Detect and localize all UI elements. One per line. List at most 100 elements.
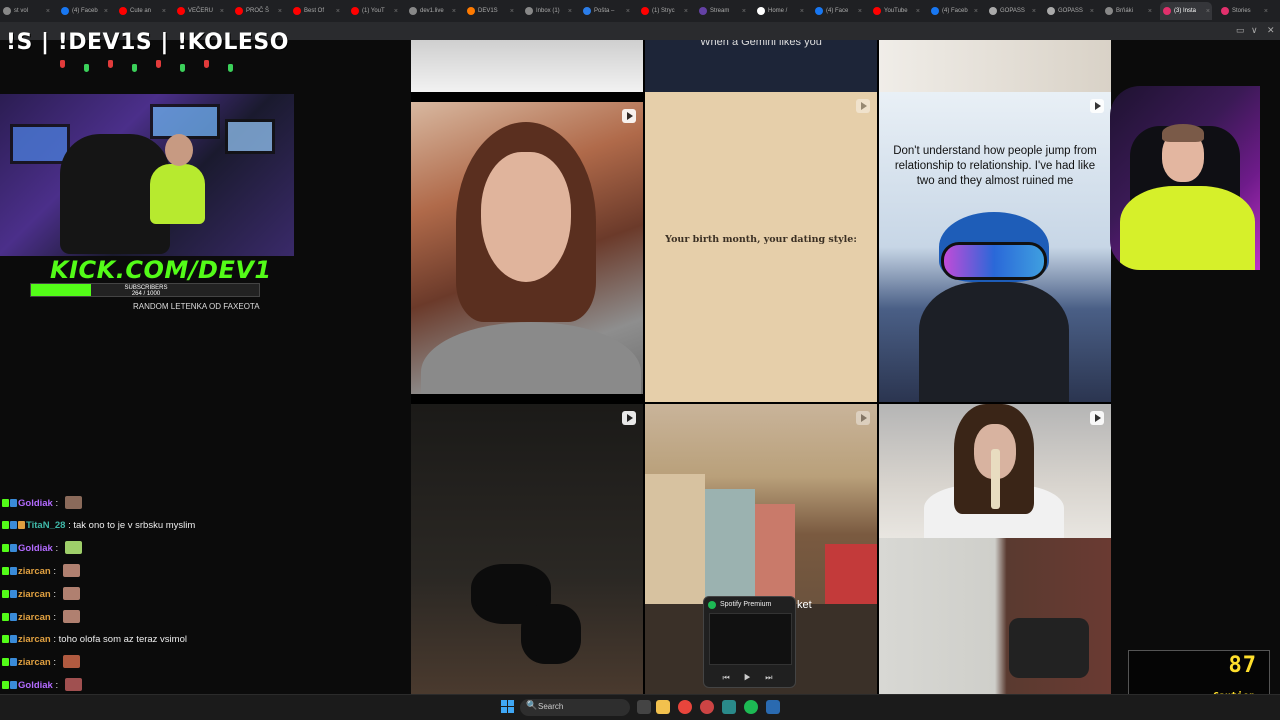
browser-tab[interactable]: Best Of × [290, 2, 342, 20]
tab-close-icon[interactable]: × [568, 8, 574, 15]
browser-tab[interactable]: (3) Insta × [1160, 2, 1212, 20]
chat-message: TitaN_28 : tak ono to je v srbsku myslim [2, 519, 232, 533]
browser-tab[interactable]: (1) YouT × [348, 2, 400, 20]
tab-close-icon[interactable]: × [220, 8, 226, 15]
tab-close-icon[interactable]: × [1148, 8, 1154, 15]
browser-tab[interactable]: Brňáki × [1102, 2, 1154, 20]
chat-username[interactable]: ziarcan [18, 612, 51, 623]
browser-tab[interactable]: Home / × [754, 2, 806, 20]
chat-username[interactable]: Goldiak [18, 498, 53, 509]
tab-favicon-icon [1105, 7, 1113, 15]
chat-username[interactable]: ziarcan [18, 566, 51, 577]
tab-close-icon[interactable]: × [1032, 8, 1038, 15]
tab-close-icon[interactable]: × [684, 8, 690, 15]
streamer [150, 164, 205, 224]
windows-taskbar: 🔍 Search [0, 694, 1280, 720]
chat-username[interactable]: ziarcan [18, 589, 51, 600]
chat-emote-icon [64, 496, 82, 509]
app-icon[interactable] [722, 700, 736, 714]
minimize-icon[interactable]: ▭ [1236, 25, 1245, 36]
post-tile[interactable] [879, 404, 1111, 538]
tab-close-icon[interactable]: × [974, 8, 980, 15]
app-icon[interactable] [700, 700, 714, 714]
tab-close-icon[interactable]: × [916, 8, 922, 15]
browser-tab[interactable]: (4) Faceb × [928, 2, 980, 20]
browser-tab[interactable]: Cute an × [116, 2, 168, 20]
post-tile[interactable]: When a Gemini likes you [645, 40, 877, 92]
tab-favicon-icon [641, 7, 649, 15]
browser-tab[interactable]: dev1.live × [406, 2, 458, 20]
tab-close-icon[interactable]: × [394, 8, 400, 15]
close-icon[interactable]: ✕ [1267, 25, 1275, 36]
chat-badge-icon [2, 590, 9, 598]
post-tile[interactable] [411, 40, 643, 92]
reel-icon [856, 411, 870, 425]
photo-subject [421, 322, 641, 394]
tab-close-icon[interactable]: × [104, 8, 110, 15]
spotify-mini-player[interactable]: Spotify Premium ⏮ ▶ ⏭ [703, 596, 796, 688]
browser-tab[interactable]: (4) Faceb × [58, 2, 110, 20]
taskbar-search[interactable]: 🔍 Search [520, 699, 630, 716]
post-tile[interactable]: Don't understand how people jump from re… [879, 92, 1111, 402]
windows-start-icon[interactable] [501, 700, 515, 714]
post-tile[interactable] [879, 40, 1111, 92]
chrome-icon[interactable] [678, 700, 692, 714]
browser-tab[interactable]: GOPASS × [986, 2, 1038, 20]
browser-tab[interactable]: DEV1S × [464, 2, 516, 20]
post-tile[interactable]: Your birth month, your dating style: [645, 92, 877, 402]
steam-icon[interactable] [766, 700, 780, 714]
tab-close-icon[interactable]: × [278, 8, 284, 15]
browser-tab[interactable]: Pošta – × [580, 2, 632, 20]
tab-close-icon[interactable]: × [1090, 8, 1096, 15]
tab-close-icon[interactable]: × [1264, 8, 1270, 15]
chat-username[interactable]: ziarcan [18, 634, 51, 645]
spotify-icon[interactable] [744, 700, 758, 714]
tab-close-icon[interactable]: × [1206, 8, 1212, 15]
browser-tab[interactable]: PROČ Š × [232, 2, 284, 20]
post-tile[interactable] [411, 102, 643, 394]
chat-message: Goldiak : [2, 541, 232, 556]
post-tile[interactable] [879, 538, 1111, 694]
post-tile[interactable] [411, 404, 643, 694]
tab-favicon-icon [467, 7, 475, 15]
browser-tab[interactable]: (4) Face × [812, 2, 864, 20]
subscriber-goal-count: 264 / 1000 [131, 291, 161, 297]
tab-label: Pošta – [594, 8, 615, 14]
tab-close-icon[interactable]: × [336, 8, 342, 15]
browser-tab[interactable]: VEČERU × [174, 2, 226, 20]
tab-close-icon[interactable]: × [626, 8, 632, 15]
tab-close-icon[interactable]: × [162, 8, 168, 15]
tab-close-icon[interactable]: × [800, 8, 806, 15]
chat-message: ziarcan : toho olofa som az teraz vsimol [2, 633, 232, 647]
chat-separator: : [50, 634, 59, 645]
browser-tab[interactable]: st vol × [0, 2, 52, 20]
chat-username[interactable]: Goldiak [18, 680, 53, 691]
tab-favicon-icon [583, 7, 591, 15]
browser-tab[interactable]: Stories × [1218, 2, 1270, 20]
chevron-down-icon[interactable]: ∨ [1251, 25, 1258, 36]
browser-tab[interactable]: Inbox (1) × [522, 2, 574, 20]
light-bulb [60, 60, 65, 68]
reel-icon [622, 109, 636, 123]
monitor [150, 104, 220, 139]
tab-close-icon[interactable]: × [858, 8, 864, 15]
chat-username[interactable]: Goldiak [18, 543, 53, 554]
tab-label: Best Of [304, 8, 325, 14]
browser-tab[interactable]: YouTube × [870, 2, 922, 20]
browser-tab[interactable]: Stream × [696, 2, 748, 20]
tab-close-icon[interactable]: × [510, 8, 516, 15]
photo-subject [645, 474, 705, 614]
chat-badge-icon [2, 499, 9, 507]
chat-username[interactable]: ziarcan [18, 657, 51, 668]
browser-tab[interactable]: (1) Stryc × [638, 2, 690, 20]
tab-close-icon[interactable]: × [452, 8, 458, 15]
chat-username[interactable]: TitaN_28 [26, 520, 65, 531]
browser-tab[interactable]: GOPASS × [1044, 2, 1096, 20]
photo-subject [705, 489, 755, 609]
light-bulb [156, 60, 161, 68]
tab-close-icon[interactable]: × [46, 8, 52, 15]
tab-close-icon[interactable]: × [742, 8, 748, 15]
file-explorer-icon[interactable] [656, 700, 670, 714]
spotify-controls[interactable]: ⏮ ▶ ⏭ [704, 673, 797, 683]
task-view-icon[interactable] [637, 700, 651, 714]
